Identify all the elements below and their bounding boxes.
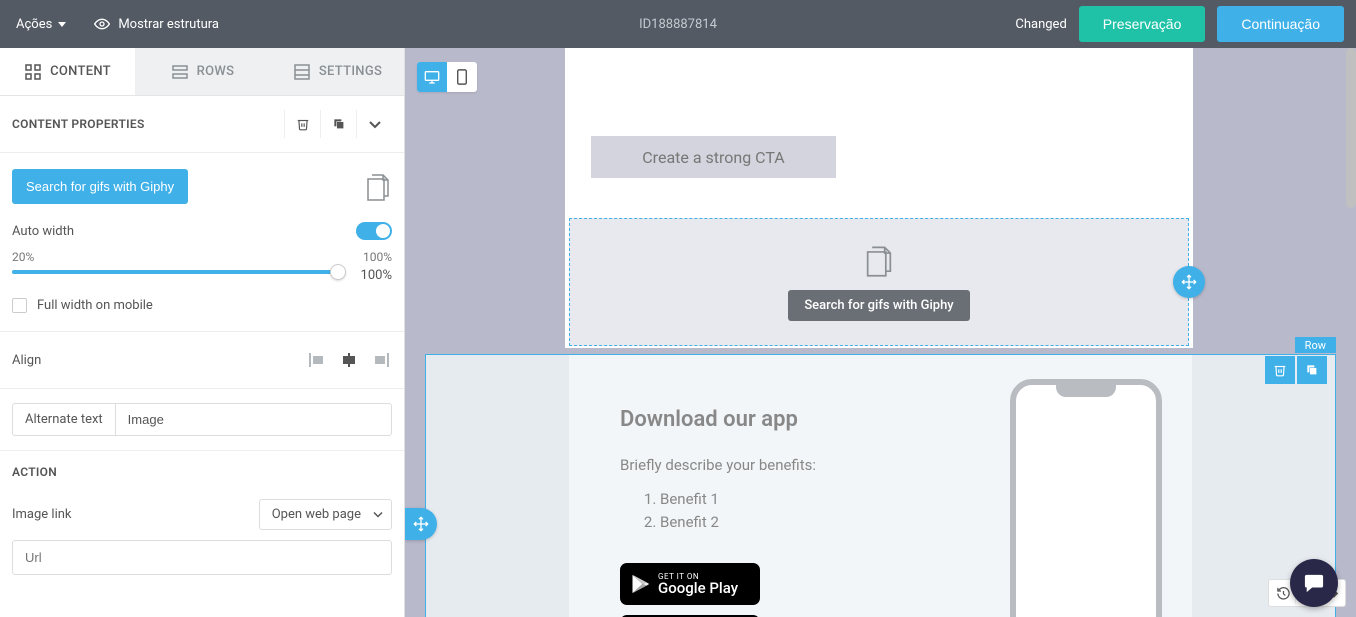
alt-text-input[interactable]: [115, 403, 392, 436]
duplicate-icon: [1305, 363, 1319, 377]
cta-button-placeholder[interactable]: Create a strong CTA: [591, 136, 836, 178]
topbar: Ações Mostrar estrutura ID188887814 Chan…: [0, 0, 1356, 48]
duplicate-icon: [332, 117, 346, 131]
chevron-down-icon: [373, 511, 383, 518]
move-icon: [1181, 274, 1197, 290]
chat-icon: [1303, 573, 1325, 593]
slider-thumb[interactable]: [330, 264, 346, 280]
document-id: ID188887814: [639, 17, 717, 32]
align-left-button[interactable]: [306, 350, 328, 370]
delete-content-button[interactable]: [284, 110, 320, 138]
alt-text-label: Alternate text: [12, 403, 115, 436]
download-desc: Briefly describe your benefits:: [620, 456, 930, 474]
grid-icon: [24, 63, 42, 81]
link-type-value: Open web page: [272, 507, 361, 522]
content-properties-title: CONTENT PROPERTIES: [12, 117, 145, 131]
duplicate-row-button[interactable]: [1297, 356, 1327, 384]
slider-value: 100%: [361, 268, 392, 283]
auto-width-toggle[interactable]: [356, 222, 392, 240]
benefits-list: Benefit 1 Benefit 2: [620, 488, 930, 533]
document-stack-icon: [364, 172, 392, 202]
mobile-icon: [457, 69, 467, 85]
align-right-icon: [373, 353, 389, 367]
align-center-button[interactable]: [338, 350, 360, 370]
rows-icon: [171, 63, 189, 81]
phone-mockup: [1010, 379, 1162, 617]
desktop-icon: [424, 70, 440, 84]
link-type-dropdown[interactable]: Open web page: [259, 499, 392, 530]
preserve-button[interactable]: Preservação: [1079, 6, 1206, 42]
desktop-preview-button[interactable]: [417, 62, 447, 92]
tab-rows[interactable]: ROWS: [135, 48, 270, 95]
row-label: Row: [1295, 337, 1336, 353]
align-label: Align: [12, 353, 41, 368]
document-stack-icon: [864, 244, 894, 278]
move-handle-giphy[interactable]: [1173, 266, 1205, 298]
search-giphy-button[interactable]: Search for gifs with Giphy: [12, 169, 188, 204]
sidebar: CONTENT ROWS SETTINGS CONTENT PROPERTIES: [0, 48, 405, 617]
slider-max: 100%: [363, 250, 392, 264]
giphy-content-block[interactable]: Search for gifs with Giphy: [569, 218, 1189, 346]
status-label: Changed: [1015, 17, 1066, 32]
google-play-icon: [630, 573, 650, 595]
canvas: Create a strong CTA Search for gifs with…: [405, 48, 1356, 617]
chevron-down-icon: [58, 22, 66, 27]
full-width-mobile-label: Full width on mobile: [37, 298, 153, 313]
show-structure-toggle[interactable]: Mostrar estrutura: [94, 17, 219, 32]
trash-icon: [1273, 363, 1287, 377]
delete-row-button[interactable]: [1265, 356, 1295, 384]
actions-label: Ações: [16, 17, 52, 32]
eye-icon: [94, 18, 110, 30]
full-width-mobile-checkbox[interactable]: [12, 298, 27, 313]
scrollbar[interactable]: [1346, 48, 1356, 208]
tab-settings-label: SETTINGS: [319, 64, 382, 79]
settings-icon: [293, 63, 311, 81]
mobile-preview-button[interactable]: [447, 62, 477, 92]
url-input[interactable]: [12, 540, 392, 575]
chevron-down-icon: [368, 119, 382, 129]
sidebar-tabs: CONTENT ROWS SETTINGS: [0, 48, 405, 96]
help-chat-button[interactable]: [1290, 559, 1338, 607]
benefit-1: Benefit 1: [660, 488, 930, 511]
action-header: ACTION: [0, 451, 404, 493]
show-structure-label: Mostrar estrutura: [118, 17, 219, 32]
content-properties-header: CONTENT PROPERTIES: [0, 96, 404, 153]
tab-settings[interactable]: SETTINGS: [270, 48, 405, 95]
download-title: Download our app: [620, 407, 930, 432]
align-center-icon: [341, 353, 357, 367]
slider-min: 20%: [12, 250, 34, 264]
trash-icon: [296, 117, 310, 131]
tab-content[interactable]: CONTENT: [0, 48, 135, 95]
align-left-icon: [309, 353, 325, 367]
collapse-panel-button[interactable]: [356, 110, 392, 138]
tab-content-label: CONTENT: [50, 64, 111, 79]
tab-rows-label: ROWS: [197, 64, 235, 79]
google-play-badge[interactable]: GET IT ON Google Play: [620, 563, 760, 605]
align-right-button[interactable]: [370, 350, 392, 370]
download-app-row[interactable]: Download our app Briefly describe your b…: [425, 354, 1336, 617]
actions-dropdown[interactable]: Ações: [12, 11, 70, 38]
duplicate-content-button[interactable]: [320, 110, 356, 138]
auto-width-label: Auto width: [12, 224, 74, 239]
move-handle-row[interactable]: [405, 508, 437, 540]
history-icon: [1276, 586, 1291, 601]
device-toggle: [417, 62, 477, 92]
row-actions: [1265, 356, 1327, 384]
gp-big: Google Play: [658, 581, 738, 596]
giphy-chip: Search for gifs with Giphy: [788, 290, 969, 321]
image-link-label: Image link: [12, 507, 72, 522]
move-icon: [413, 516, 429, 532]
width-slider[interactable]: [12, 270, 338, 274]
benefit-2: Benefit 2: [660, 511, 930, 534]
continue-button[interactable]: Continuação: [1217, 6, 1344, 42]
